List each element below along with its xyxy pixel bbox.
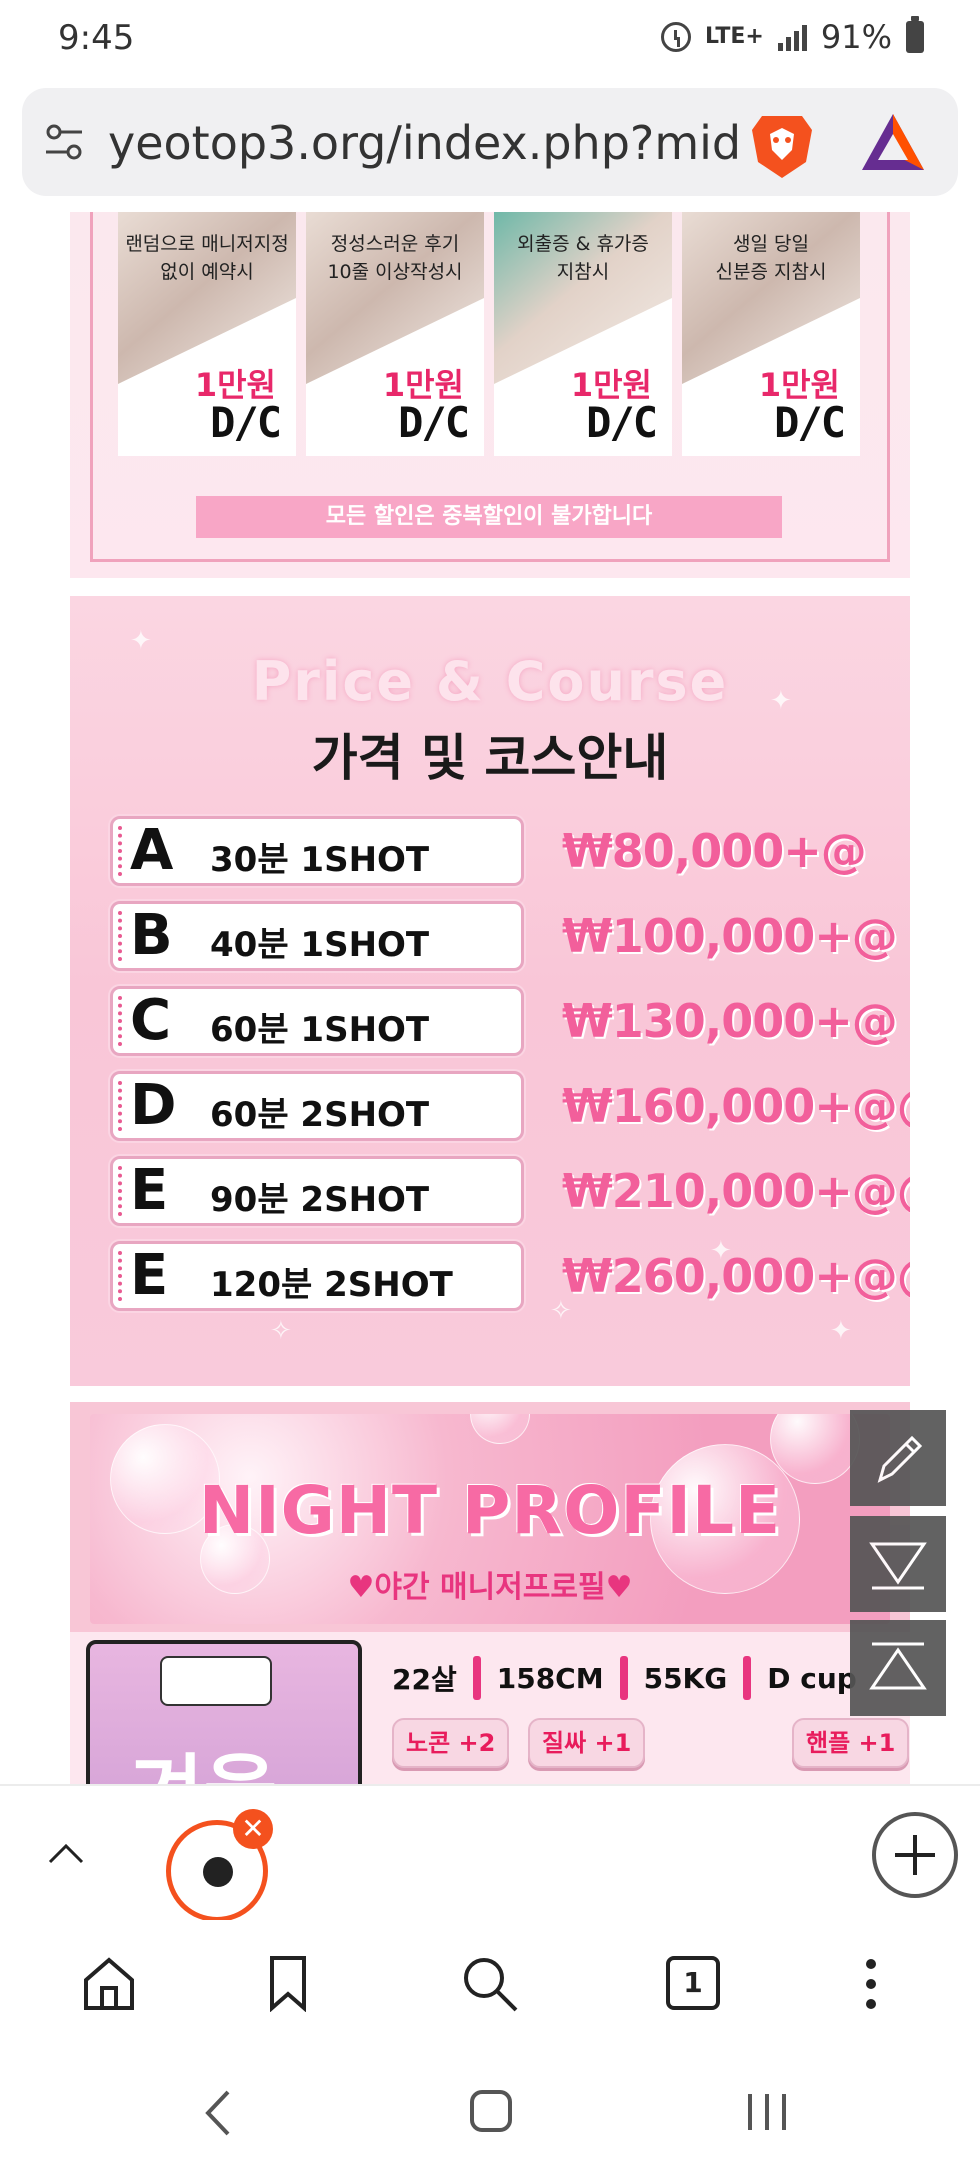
tab-strip: ✕	[0, 1784, 980, 1922]
profile-height: 158CM	[496, 1661, 604, 1695]
course-letter: E	[130, 1243, 169, 1308]
course-desc: 30분 1SHOT	[210, 840, 430, 880]
discount-card: 외출증 & 휴가증 지참시 1만원 D/C	[494, 212, 672, 456]
night-profile-banner: NIGHT PROFILE ♥야간 매니저프로필♥	[70, 1402, 910, 1632]
course-desc: 60분 2SHOT	[210, 1095, 430, 1135]
active-tab-thumbnail[interactable]: ✕	[166, 1809, 273, 1922]
page-content[interactable]: 랜덤으로 매니저지정 없이 예약시 1만원 D/C 정성스러운 후기 10줄 이상작…	[0, 212, 980, 1784]
option-chip: 질싸 +1	[528, 1718, 646, 1768]
discount-card: 생일 당일 신분증 지참시 1만원 D/C	[682, 212, 860, 456]
browser-toolbar: 1	[0, 1920, 980, 2044]
course-row: B 40분 1SHOT ₩100,000+@	[110, 901, 900, 971]
discount-dc: D/C	[586, 398, 658, 447]
night-profile-subtitle: ♥야간 매니저프로필♥	[347, 1570, 633, 1605]
profile-stats: 22살 158CM 55KG D cup	[392, 1656, 857, 1700]
more-menu-icon[interactable]	[856, 1954, 886, 2014]
home-nav-icon[interactable]	[468, 2088, 514, 2134]
discount-section: 랜덤으로 매니저지정 없이 예약시 1만원 D/C 정성스러운 후기 10줄 이상작…	[70, 212, 910, 578]
close-tab-icon[interactable]: ✕	[233, 1809, 273, 1849]
sparkle-icon: ✧	[270, 1316, 292, 1346]
profile-cup: D cup	[767, 1661, 857, 1695]
course-desc: 90분 2SHOT	[210, 1180, 430, 1220]
course-row: D 60분 2SHOT ₩160,000+@@	[110, 1071, 910, 1141]
discount-dc: D/C	[210, 398, 282, 447]
brave-rewards-icon[interactable]	[858, 110, 928, 174]
sparkle-icon: ✦	[830, 1316, 852, 1346]
bookmark-icon[interactable]	[266, 1954, 310, 2012]
globe-icon	[203, 1857, 233, 1887]
pencil-icon	[877, 1435, 923, 1483]
discount-card: 랜덤으로 매니저지정 없이 예약시 1만원 D/C	[118, 212, 296, 456]
course-price: ₩210,000+@@	[562, 1164, 910, 1218]
address-bar[interactable]: yeotop3.org/index.php?mid=	[22, 88, 958, 196]
discount-card: 정성스러운 후기 10줄 이상작성시 1만원 D/C	[306, 212, 484, 456]
status-bar: 9:45 LTE+ 91%	[0, 0, 980, 80]
site-settings-icon[interactable]	[42, 120, 86, 164]
profile-age: 22살	[392, 1663, 457, 1696]
course-price: ₩80,000+@	[562, 824, 867, 878]
signal-icon	[777, 23, 807, 51]
system-nav-bar	[0, 2044, 980, 2177]
price-title-en: Price & Course	[251, 650, 729, 713]
course-desc: 40분 1SHOT	[210, 925, 430, 965]
course-price: ₩100,000+@	[562, 909, 898, 963]
back-icon[interactable]	[200, 2088, 236, 2138]
price-section: ✦ ✦ ✦ ✧ ✧ ✦ Price & Course 가격 및 코스안내 A 3…	[70, 596, 910, 1386]
price-title-ko: 가격 및 코스안내	[311, 729, 669, 787]
url-text[interactable]: yeotop3.org/index.php?mid=	[108, 116, 738, 170]
chevron-up-icon[interactable]	[44, 1834, 88, 1874]
tab-count-button[interactable]: 1	[666, 1956, 720, 2010]
course-letter: E	[130, 1158, 169, 1223]
arrow-up-icon	[869, 1642, 927, 1690]
course-letter: B	[130, 903, 173, 968]
course-price: ₩260,000+@@	[562, 1249, 910, 1303]
home-icon[interactable]	[80, 1956, 138, 2012]
alarm-icon	[661, 22, 692, 52]
arrow-down-icon	[869, 1542, 927, 1590]
course-row: C 60분 1SHOT ₩130,000+@	[110, 986, 900, 1056]
profile-photo-text: 겨울	[130, 1728, 277, 1784]
network-type: LTE+	[705, 24, 764, 49]
option-chip: 핸플 +1	[792, 1718, 910, 1768]
course-desc: 120분 2SHOT	[210, 1265, 453, 1305]
course-letter: C	[130, 988, 172, 1053]
search-icon[interactable]	[460, 1954, 520, 2014]
scroll-bottom-button[interactable]	[850, 1516, 946, 1612]
status-icons: LTE+ 91%	[661, 16, 924, 56]
new-tab-icon[interactable]	[870, 1810, 960, 1900]
profile-weight: 55KG	[643, 1661, 728, 1695]
course-desc: 60분 1SHOT	[210, 1010, 430, 1050]
status-time: 9:45	[58, 18, 135, 58]
profile-tag	[160, 1656, 272, 1706]
battery-percent: 91%	[820, 18, 892, 56]
brave-shields-icon[interactable]	[742, 104, 822, 184]
night-profile-title: NIGHT PROFILE	[198, 1472, 782, 1549]
course-row: A 30분 1SHOT ₩80,000+@	[110, 816, 900, 886]
write-button[interactable]	[850, 1410, 946, 1506]
discount-dc: D/C	[774, 398, 846, 447]
course-price: ₩160,000+@@	[562, 1079, 910, 1133]
scroll-top-button[interactable]	[850, 1620, 946, 1716]
course-letter: A	[130, 818, 174, 883]
course-row: E 90분 2SHOT ₩210,000+@@	[110, 1156, 910, 1226]
course-letter: D	[130, 1073, 177, 1138]
discount-dc: D/C	[398, 398, 470, 447]
course-price: ₩130,000+@	[562, 994, 898, 1048]
profile-card[interactable]: 겨울 22살 158CM 55KG D cup 노콘 +2 질싸 +1 핸플 +…	[70, 1632, 910, 1784]
battery-icon	[906, 16, 924, 53]
discount-notice: 모든 할인은 중복할인이 불가합니다	[196, 496, 782, 538]
profile-photo[interactable]: 겨울	[86, 1640, 362, 1784]
recents-icon[interactable]	[744, 2090, 790, 2134]
option-chip: 노콘 +2	[392, 1718, 510, 1768]
course-row: E 120분 2SHOT ₩260,000+@@	[110, 1241, 910, 1311]
